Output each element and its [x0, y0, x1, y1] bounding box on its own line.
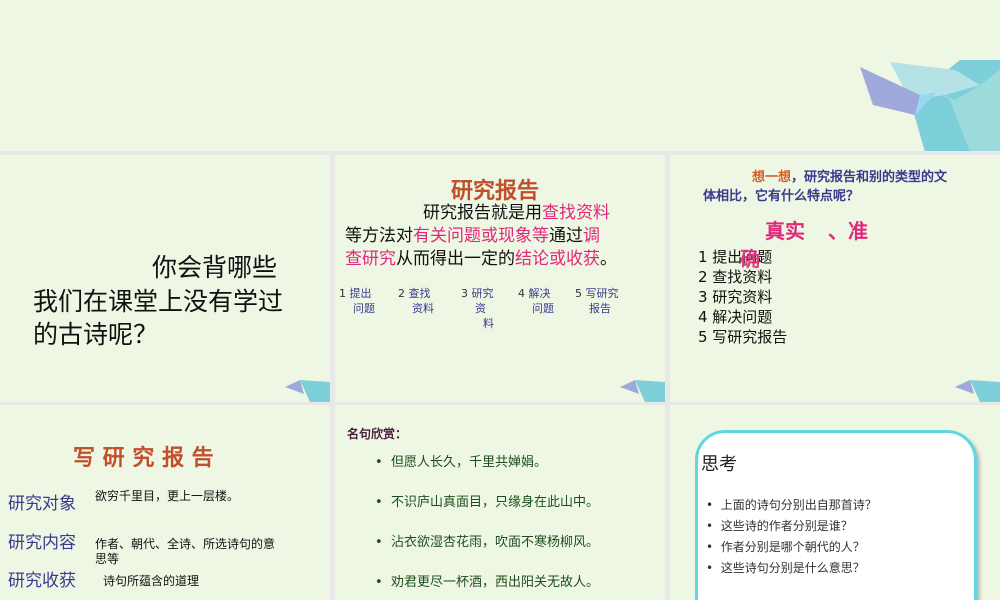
top-band	[0, 0, 1000, 151]
bullet-icon: •	[706, 561, 714, 575]
bullet-icon: •	[375, 575, 383, 590]
bullet-icon: •	[375, 535, 383, 550]
step-item: 5 写研究 报告	[575, 287, 619, 315]
step-item: 2 查找 资料	[398, 287, 434, 315]
question-item: • 这些诗句分别是什么意思？	[706, 561, 865, 575]
geometric-decoration-icon	[620, 380, 665, 402]
think-box: 思考 • 上面的诗句分别出自那首诗？ • 这些诗的作者分别是谁？ • 作者分别是哪个…	[695, 430, 977, 600]
slide-2[interactable]: 研究报告 研究报告就是用查找资料 等方法对有关问题或现象等通过调 查研究从而得出…	[335, 155, 665, 402]
step-list-item: 5 写研究报告	[698, 328, 788, 346]
bullet-icon: •	[706, 498, 714, 512]
question-item: • 上面的诗句分别出自那首诗？	[706, 498, 877, 512]
step-list-item: 2 查找资料	[698, 268, 773, 286]
row-label: 研究收获	[8, 571, 76, 591]
definition-line-2: 等方法对有关问题或现象等通过调	[345, 226, 600, 246]
definition-line-1: 研究报告就是用查找资料	[423, 203, 610, 223]
row-label: 研究对象	[8, 494, 76, 514]
row-value: 作者、朝代、全诗、所选诗句的意	[95, 537, 276, 551]
step-list-item: 4 解决问题	[698, 308, 773, 326]
slide-5[interactable]: 名句欣赏： • 但愿人长久，千里共婵娟。 • 不识庐山真面目，只缘身在此山中。 • …	[335, 405, 665, 600]
geometric-decoration-icon	[955, 380, 1000, 402]
geometric-decoration-icon	[860, 60, 1000, 151]
step-item: 3 研究资料	[461, 287, 494, 330]
question-item: • 这些诗的作者分别是谁？	[706, 519, 853, 533]
famous-line-item: • 沾衣欲湿杏花雨，吹面不寒杨柳风。	[375, 535, 599, 550]
step-item: 1 提出 问题	[339, 287, 375, 315]
row-value: 诗句所蕴含的道理	[103, 574, 200, 588]
slide1-line1: 你会背哪些	[152, 253, 278, 282]
slide-4[interactable]: 写 研 究 报 告 研究对象 欲穷千里目，更上一层楼。 研究内容 作者、朝代、全…	[0, 405, 330, 600]
slide-1[interactable]: 你会背哪些 我们在课堂上没有学过 的古诗呢？	[0, 155, 330, 402]
step-item: 4 解决 问题	[518, 287, 554, 315]
step-list-item: 1 提出问题	[698, 248, 773, 266]
bullet-icon: •	[375, 495, 383, 510]
slide1-line2: 我们在课堂上没有学过	[33, 287, 284, 316]
famous-line-item: • 劝君更尽一杯酒，西出阳关无故人。	[375, 575, 599, 590]
question-item: • 作者分别是哪个朝代的人？	[706, 540, 865, 554]
row-value-cont: 思等	[95, 552, 120, 566]
think-question-line-2: 体相比，它有什么特点呢？	[703, 189, 860, 204]
bullet-icon: •	[706, 540, 714, 554]
row-label: 研究内容	[8, 533, 76, 553]
slide4-title: 写 研 究 报 告	[73, 446, 214, 471]
slide1-line3: 的古诗呢？	[33, 320, 159, 349]
row-value: 欲穷千里目，更上一层楼。	[95, 489, 240, 503]
slide-6[interactable]: 思考 • 上面的诗句分别出自那首诗？ • 这些诗的作者分别是谁？ • 作者分别是哪个…	[670, 405, 1000, 600]
feature-accurate: 、准	[828, 219, 868, 243]
bullet-icon: •	[706, 519, 714, 533]
famous-line-item: • 不识庐山真面目，只缘身在此山中。	[375, 495, 599, 510]
slide5-heading: 名句欣赏：	[347, 427, 408, 441]
feature-accurate-tail: 确	[740, 247, 760, 271]
slide6-heading: 思考	[701, 454, 737, 475]
slide-3[interactable]: 想一想，研究报告和别的类型的文 体相比，它有什么特点呢？ 真实 、准 1 提出问…	[670, 155, 1000, 402]
geometric-decoration-icon	[285, 380, 330, 402]
think-question-line-1: 想一想，研究报告和别的类型的文	[752, 170, 948, 185]
feature-true: 真实	[765, 219, 805, 243]
step-list-item: 3 研究资料	[698, 288, 773, 306]
famous-line-item: • 但愿人长久，千里共婵娟。	[375, 455, 547, 470]
definition-line-3: 查研究从而得出一定的结论或收获。	[345, 249, 617, 269]
bullet-icon: •	[375, 455, 383, 470]
